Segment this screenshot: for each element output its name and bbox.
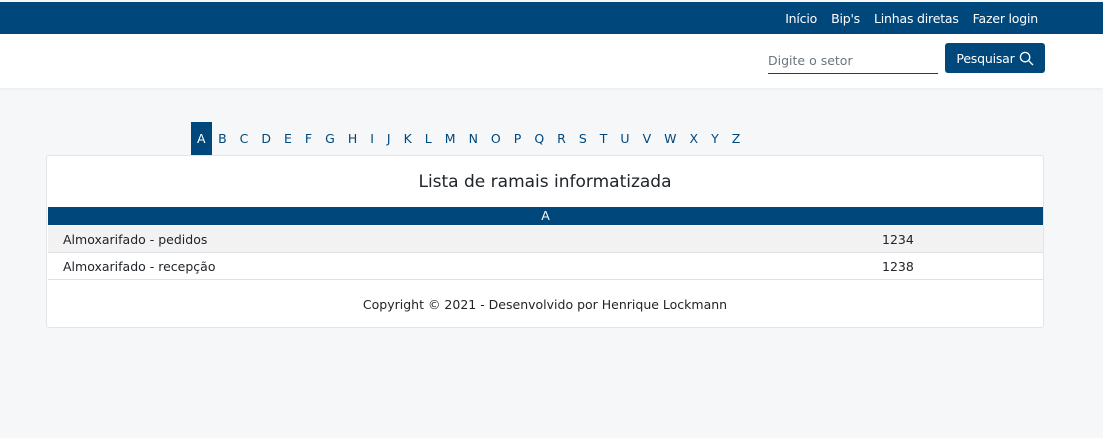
search-header: Pesquisar [0,34,1103,88]
letter-link-z[interactable]: Z [725,122,747,155]
nav-link-fazer-login[interactable]: Fazer login [973,11,1039,26]
extension-number: 1238 [882,258,914,274]
extension-number: 1234 [882,231,914,247]
letter-link-y[interactable]: Y [705,122,726,155]
letter-link-s[interactable]: S [572,122,593,155]
section-header-a: A [48,207,1043,225]
letter-link-m[interactable]: M [438,122,462,155]
letter-link-e[interactable]: E [278,122,299,155]
letter-link-w[interactable]: W [658,122,683,155]
letter-link-i[interactable]: I [364,122,381,155]
search-button[interactable]: Pesquisar [945,43,1045,73]
letter-link-d[interactable]: D [255,122,278,155]
letter-link-n[interactable]: N [462,122,484,155]
copyright-footer: Copyright © 2021 - Desenvolvido por Henr… [362,297,728,312]
letter-link-o[interactable]: O [484,122,507,155]
letter-link-p[interactable]: P [507,122,528,155]
search-button-label: Pesquisar [956,50,1015,66]
letter-link-k[interactable]: K [397,122,418,155]
letter-link-q[interactable]: Q [528,122,551,155]
letter-link-h[interactable]: H [341,122,363,155]
letter-link-j[interactable]: J [380,122,397,155]
page-title: Lista de ramais informatizada [418,172,672,192]
extension-list-card: Lista de ramais informatizada A Almoxari… [46,155,1044,328]
nav-link-inicio[interactable]: Início [785,11,817,26]
letter-link-v[interactable]: V [636,122,658,155]
letter-link-c[interactable]: C [233,122,255,155]
letter-link-a[interactable]: A [191,122,212,155]
sector-name: Almoxarifado - pedidos [63,231,208,247]
nav-link-bips[interactable]: Bip's [831,11,860,26]
search-input[interactable] [768,48,938,74]
letter-link-r[interactable]: R [551,122,573,155]
letter-link-g[interactable]: G [319,122,342,155]
top-navbar: Início Bip's Linhas diretas Fazer login [0,2,1103,34]
letter-link-t[interactable]: T [593,122,614,155]
letter-link-u[interactable]: U [614,122,636,155]
letter-link-l[interactable]: L [418,122,438,155]
table-row: Almoxarifado - pedidos 1234 [48,226,1043,253]
letter-link-b[interactable]: B [212,122,234,155]
table-row: Almoxarifado - recepção 1238 [48,253,1043,280]
top-nav: Início Bip's Linhas diretas Fazer login [785,2,1038,34]
letter-link-f[interactable]: F [298,122,318,155]
search-icon [1019,51,1033,65]
nav-link-linhas-diretas[interactable]: Linhas diretas [874,11,959,26]
sector-name: Almoxarifado - recepção [63,258,216,274]
alphabet-filter: ABCDEFGHIJKLMNOPQRSTUVWXYZ [191,122,747,155]
letter-link-x[interactable]: X [683,122,705,155]
